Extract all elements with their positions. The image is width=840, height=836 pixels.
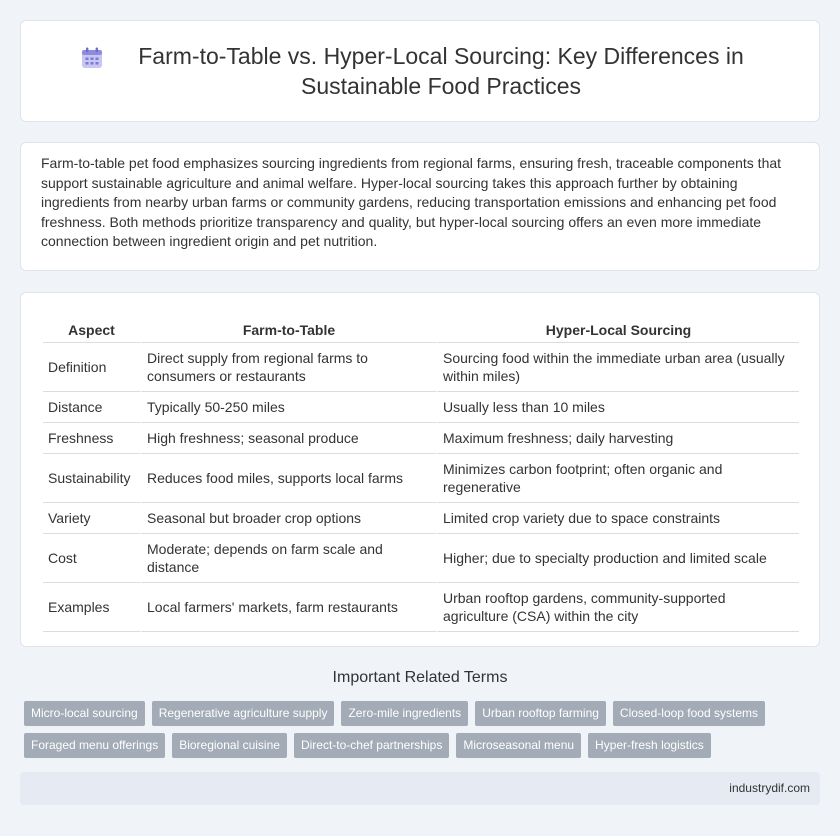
row-hyper-local: Limited crop variety due to space constr…: [436, 503, 799, 534]
related-term-tag[interactable]: Microseasonal menu: [456, 733, 582, 758]
row-hyper-local: Usually less than 10 miles: [436, 392, 799, 423]
row-farm-to-table: Moderate; depends on farm scale and dist…: [140, 534, 436, 583]
related-terms-list: Micro-local sourcing Regenerative agricu…: [24, 701, 824, 765]
row-aspect: Definition: [43, 343, 140, 392]
related-term-tag[interactable]: Hyper-fresh logistics: [588, 733, 711, 758]
table-row: Freshness High freshness; seasonal produ…: [43, 423, 799, 454]
related-term-tag[interactable]: Bioregional cuisine: [172, 733, 287, 758]
row-farm-to-table: Seasonal but broader crop options: [140, 503, 436, 534]
row-hyper-local: Higher; due to specialty production and …: [436, 534, 799, 583]
row-aspect: Cost: [43, 534, 140, 583]
row-aspect: Variety: [43, 503, 140, 534]
related-term-tag[interactable]: Regenerative agriculture supply: [151, 701, 335, 726]
row-farm-to-table: Reduces food miles, supports local farms: [140, 454, 436, 503]
related-terms-heading: Important Related Terms: [332, 669, 508, 686]
footer-site-link[interactable]: industrydif.com: [729, 781, 810, 795]
row-farm-to-table: Direct supply from regional farms to con…: [140, 343, 436, 392]
related-term-tag[interactable]: Closed-loop food systems: [612, 701, 765, 726]
related-term-tag[interactable]: Direct-to-chef partnerships: [293, 733, 450, 758]
row-hyper-local: Maximum freshness; daily harvesting: [436, 423, 799, 454]
page-title: Farm-to-Table vs. Hyper-Local Sourcing: …: [138, 43, 744, 99]
row-farm-to-table: Local farmers' markets, farm restaurants: [140, 583, 436, 632]
header-farm-to-table: Farm-to-Table: [140, 313, 436, 343]
table-row: Variety Seasonal but broader crop option…: [43, 503, 799, 534]
table-header-row: Aspect Farm-to-Table Hyper-Local Sourcin…: [43, 313, 799, 343]
row-hyper-local: Minimizes carbon footprint; often organi…: [436, 454, 799, 503]
calendar-icon: [82, 47, 102, 68]
table-row: Distance Typically 50-250 miles Usually …: [43, 392, 799, 423]
row-aspect: Freshness: [43, 423, 140, 454]
header-hyper-local: Hyper-Local Sourcing: [436, 313, 799, 343]
intro-card: Farm-to-table pet food emphasizes sourci…: [20, 142, 820, 271]
row-aspect: Examples: [43, 583, 140, 632]
comparison-table: Aspect Farm-to-Table Hyper-Local Sourcin…: [43, 313, 799, 632]
table-row: Examples Local farmers' markets, farm re…: [43, 583, 799, 632]
header-aspect: Aspect: [43, 313, 140, 343]
intro-paragraph: Farm-to-table pet food emphasizes sourci…: [41, 155, 782, 250]
row-hyper-local: Urban rooftop gardens, community-support…: [436, 583, 799, 632]
table-row: Sustainability Reduces food miles, suppo…: [43, 454, 799, 503]
footer: industrydif.com: [20, 772, 820, 805]
row-farm-to-table: High freshness; seasonal produce: [140, 423, 436, 454]
related-term-tag[interactable]: Zero-mile ingredients: [341, 701, 469, 726]
comparison-card: Aspect Farm-to-Table Hyper-Local Sourcin…: [20, 292, 820, 647]
row-aspect: Sustainability: [43, 454, 140, 503]
row-farm-to-table: Typically 50-250 miles: [140, 392, 436, 423]
related-term-tag[interactable]: Foraged menu offerings: [24, 733, 166, 758]
related-term-tag[interactable]: Urban rooftop farming: [475, 701, 606, 726]
row-hyper-local: Sourcing food within the immediate urban…: [436, 343, 799, 392]
table-row: Cost Moderate; depends on farm scale and…: [43, 534, 799, 583]
title-card: Farm-to-Table vs. Hyper-Local Sourcing: …: [20, 20, 820, 122]
row-aspect: Distance: [43, 392, 140, 423]
related-term-tag[interactable]: Micro-local sourcing: [24, 701, 145, 726]
table-row: Definition Direct supply from regional f…: [43, 343, 799, 392]
